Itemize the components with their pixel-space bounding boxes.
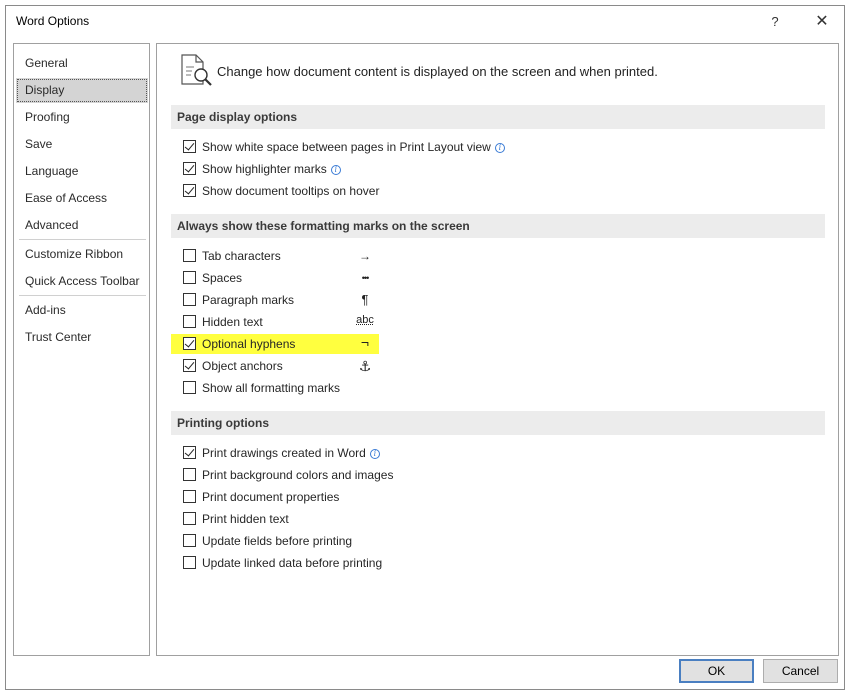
title-bar: Word Options ? ✕: [6, 6, 844, 38]
option-label: Show highlighter marks: [202, 162, 327, 176]
checkbox-unchecked[interactable]: [183, 534, 196, 547]
option-label: Print hidden text: [202, 512, 289, 526]
checkbox-unchecked[interactable]: [183, 468, 196, 481]
sidebar-item-add-ins[interactable]: Add-ins: [16, 298, 148, 323]
sidebar-item-save[interactable]: Save: [16, 132, 148, 157]
option-label: Optional hyphens: [202, 337, 296, 351]
option-print-hidden-text[interactable]: Print hidden text: [183, 509, 289, 529]
section-page-display: Page display options: [171, 105, 825, 129]
word-options-dialog: Word Options ? ✕ General Display Proofin…: [5, 5, 845, 690]
sidebar-item-advanced[interactable]: Advanced: [16, 213, 148, 238]
document-magnifier-icon: [179, 54, 213, 88]
checkbox-checked[interactable]: [183, 446, 196, 459]
dialog-title: Word Options: [16, 14, 90, 28]
option-update-linked-data[interactable]: Update linked data before printing: [183, 553, 382, 573]
info-icon[interactable]: i: [330, 165, 341, 175]
checkbox-checked[interactable]: [183, 337, 196, 350]
sidebar-item-language[interactable]: Language: [16, 159, 148, 184]
info-icon[interactable]: i: [369, 449, 380, 459]
checkbox-unchecked[interactable]: [183, 249, 196, 262]
option-spaces[interactable]: Spaces: [183, 268, 242, 288]
display-options-panel: Change how document content is displayed…: [156, 43, 839, 656]
info-icon[interactable]: i: [494, 143, 505, 153]
checkbox-unchecked[interactable]: [183, 315, 196, 328]
option-label: Paragraph marks: [202, 293, 295, 307]
option-label: Show white space between pages in Print …: [202, 140, 491, 154]
checkbox-unchecked[interactable]: [183, 381, 196, 394]
option-label: Update fields before printing: [202, 534, 353, 548]
close-button[interactable]: ✕: [809, 11, 835, 33]
optional-hyphen-mark: ¬: [360, 334, 370, 350]
option-label: Hidden text: [202, 315, 263, 329]
cancel-button[interactable]: Cancel: [763, 659, 838, 683]
checkbox-unchecked[interactable]: [183, 490, 196, 503]
help-button[interactable]: ?: [763, 11, 787, 33]
page-description: Change how document content is displayed…: [217, 64, 658, 79]
option-show-tooltips[interactable]: Show document tooltips on hover: [183, 181, 379, 201]
option-print-background[interactable]: Print background colors and images: [183, 465, 393, 485]
sidebar-divider: [19, 239, 146, 240]
checkbox-unchecked[interactable]: [183, 293, 196, 306]
option-label: Show all formatting marks: [202, 381, 341, 395]
option-tab-characters[interactable]: Tab characters: [183, 246, 281, 266]
space-dots-mark: •••: [361, 273, 369, 283]
sidebar-item-trust-center[interactable]: Trust Center: [16, 325, 148, 350]
checkbox-checked[interactable]: [183, 184, 196, 197]
option-label: Print background colors and images: [202, 468, 394, 482]
sidebar-item-proofing[interactable]: Proofing: [16, 105, 148, 130]
section-formatting-marks: Always show these formatting marks on th…: [171, 214, 825, 238]
option-update-fields[interactable]: Update fields before printing: [183, 531, 352, 551]
sidebar-item-general[interactable]: General: [16, 51, 148, 76]
option-hidden-text[interactable]: Hidden text: [183, 312, 263, 332]
option-show-all-marks[interactable]: Show all formatting marks: [183, 378, 340, 398]
pilcrow-mark: ¶: [361, 292, 369, 307]
option-label: Spaces: [202, 271, 243, 285]
option-label: Update linked data before printing: [202, 556, 383, 570]
option-label: Print document properties: [202, 490, 340, 504]
checkbox-unchecked[interactable]: [183, 556, 196, 569]
option-label: Print drawings created in Word: [202, 446, 366, 460]
hidden-text-mark: abc: [356, 314, 374, 326]
ok-button[interactable]: OK: [679, 659, 754, 683]
option-label: Tab characters: [202, 249, 281, 263]
option-optional-hyphens[interactable]: Optional hyphens: [171, 334, 379, 354]
checkbox-unchecked[interactable]: [183, 512, 196, 525]
tab-arrow-mark: →: [359, 249, 371, 263]
option-print-properties[interactable]: Print document properties: [183, 487, 339, 507]
checkbox-checked[interactable]: [183, 359, 196, 372]
option-show-white-space[interactable]: Show white space between pages in Print …: [183, 137, 505, 157]
option-print-drawings[interactable]: Print drawings created in Word i: [183, 443, 380, 463]
sidebar-item-display[interactable]: Display: [16, 78, 148, 103]
option-paragraph-marks[interactable]: Paragraph marks: [183, 290, 294, 310]
sidebar-divider: [19, 295, 146, 296]
anchor-icon: ⚓: [358, 358, 372, 374]
sidebar-item-customize-ribbon[interactable]: Customize Ribbon: [16, 242, 148, 267]
checkbox-checked[interactable]: [183, 140, 196, 153]
option-show-highlighter-marks[interactable]: Show highlighter marks i: [183, 159, 341, 179]
option-label: Object anchors: [202, 359, 283, 373]
sidebar-item-ease-of-access[interactable]: Ease of Access: [16, 186, 148, 211]
option-label: Show document tooltips on hover: [202, 184, 380, 198]
option-object-anchors[interactable]: Object anchors: [183, 356, 283, 376]
sidebar-item-quick-access-toolbar[interactable]: Quick Access Toolbar: [16, 269, 148, 294]
section-printing: Printing options: [171, 411, 825, 435]
checkbox-checked[interactable]: [183, 162, 196, 175]
checkbox-unchecked[interactable]: [183, 271, 196, 284]
options-sidebar: General Display Proofing Save Language E…: [13, 43, 150, 656]
